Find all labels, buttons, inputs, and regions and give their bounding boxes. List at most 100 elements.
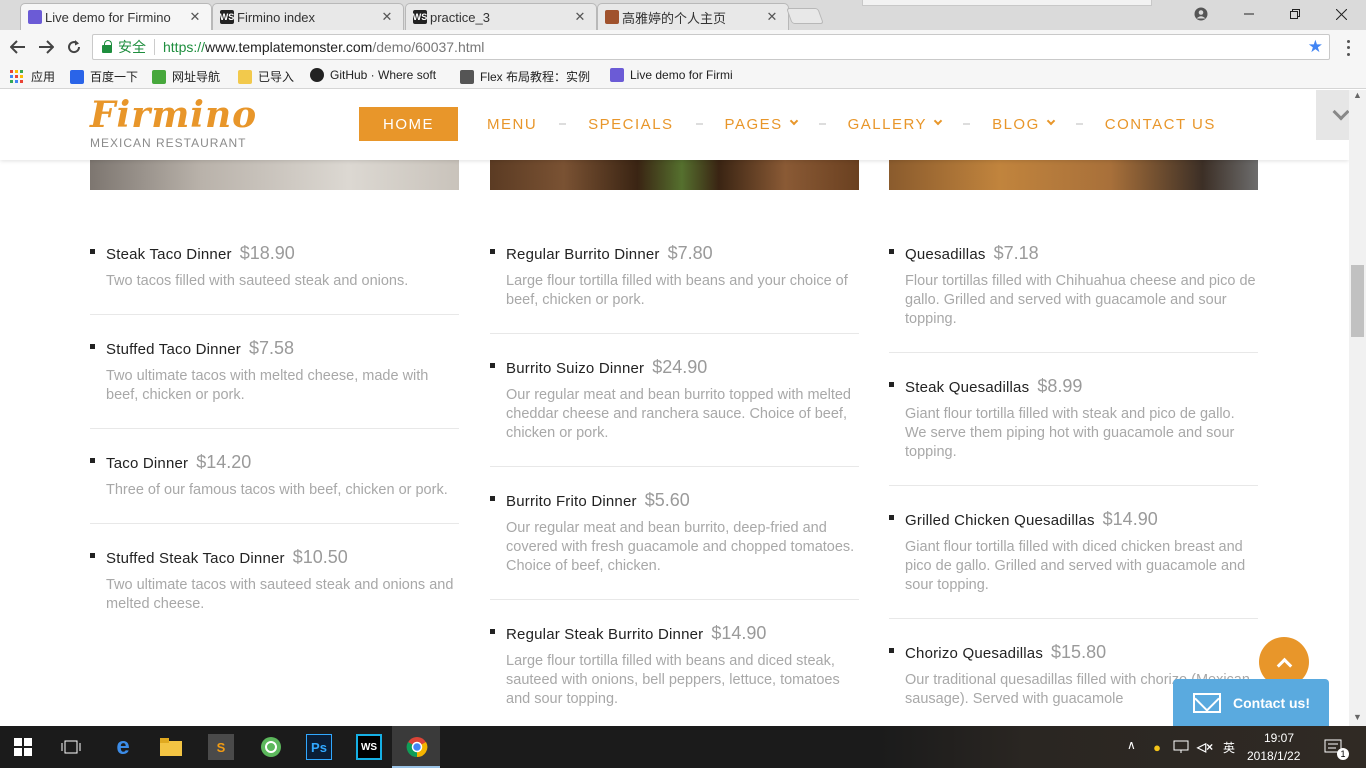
bookmark-item[interactable]: 已导入 (238, 68, 294, 85)
nav-menu[interactable]: MENU (487, 116, 537, 133)
browser-tab[interactable]: 高雅婷的个人主页 ✕ (597, 3, 789, 30)
menu-item-price: $5.60 (644, 490, 690, 510)
reload-icon[interactable] (63, 36, 85, 58)
security-label: 安全 (118, 39, 146, 55)
tray-expand-icon[interactable]: ∧ (1127, 738, 1136, 752)
windows-taskbar: e S Ps WS ∧ ● ◁× 英 19:07 2018/1/22 1 (0, 726, 1366, 768)
menu-item-price: $24.90 (652, 357, 708, 377)
clock-time[interactable]: 19:07 (1261, 731, 1297, 745)
browser-tabstrip: Live demo for Firmino ✕ WS Firmino index ✕ WS… (0, 0, 1366, 30)
browser-tab[interactable]: WS practice_3 ✕ (405, 3, 597, 30)
new-tab-button[interactable] (786, 8, 824, 24)
menu-item: Burrito Suizo Dinner $24.90 Our regular me… (490, 334, 859, 467)
nav-gallery[interactable]: GALLERY (848, 116, 943, 133)
tab-title: Live demo for Firmino (45, 9, 171, 25)
account-icon[interactable] (1178, 0, 1224, 28)
url-host: www.templatemonster.com (205, 39, 373, 55)
page-scrollbar[interactable]: ▲ ▼ (1349, 90, 1366, 726)
minimize-icon[interactable] (1226, 0, 1272, 28)
ime-indicator[interactable]: 英 (1223, 739, 1235, 756)
page-viewport: Firmino MEXICAN RESTAURANT HOME MENU SPECI… (0, 90, 1349, 726)
menu-item-header: Burrito Suizo Dinner $24.90 (490, 357, 859, 378)
apps-grid-icon (10, 70, 23, 83)
close-tab-icon[interactable]: ✕ (764, 9, 780, 25)
bookmark-item[interactable]: GitHub · Where soft (310, 68, 436, 82)
nav-home[interactable]: HOME (359, 107, 458, 141)
browser-tab[interactable]: Live demo for Firmino ✕ (20, 3, 212, 30)
menu-item-price: $7.18 (993, 243, 1039, 263)
bookmark-item[interactable]: Flex 布局教程：实例 (460, 68, 590, 85)
menu-item-price: $14.90 (711, 623, 767, 643)
bookmark-item[interactable]: 网址导航 (152, 68, 220, 85)
bookmark-label: Flex 布局教程：实例 (480, 70, 591, 84)
scroll-down-arrow-icon[interactable]: ▼ (1353, 712, 1362, 722)
nav-contact-us[interactable]: CONTACT US (1105, 116, 1216, 133)
menu-item: Steak Taco Dinner $18.90 Two tacos filled … (90, 220, 459, 315)
address-bar[interactable]: 安全 https:// www.templatemonster.com /dem… (92, 34, 1330, 60)
task-view-icon[interactable] (58, 734, 84, 760)
menu-item: Regular Steak Burrito Dinner $14.90 Large … (490, 600, 859, 726)
menu-item: Stuffed Taco Dinner $7.58 Two ultimate tac… (90, 315, 459, 429)
close-tab-icon[interactable]: ✕ (379, 9, 395, 25)
menu-item-price: $10.50 (292, 547, 348, 567)
edge-browser-icon[interactable]: e (110, 733, 136, 760)
sublime-text-icon[interactable]: S (208, 734, 234, 760)
bookmark-star-icon[interactable]: ★ (1308, 37, 1323, 57)
scrollbar-thumb[interactable] (1351, 265, 1364, 337)
site-logo[interactable]: Firmino (90, 94, 257, 136)
url-path: /demo/60037.html (372, 39, 485, 55)
bookmark-label: GitHub · Where soft (330, 68, 437, 82)
site-tagline: MEXICAN RESTAURANT (90, 136, 247, 150)
qq-tray-icon[interactable]: ● (1148, 734, 1166, 760)
bookmark-item[interactable]: 应用 (10, 68, 55, 85)
windows-start-icon[interactable] (10, 734, 36, 760)
menu-item-description: Giant flour tortilla filled with steak a… (905, 406, 1235, 460)
scroll-up-arrow-icon[interactable]: ▲ (1353, 90, 1362, 100)
close-tab-icon[interactable]: ✕ (572, 9, 588, 25)
menu-item-description: Giant flour tortilla filled with diced c… (905, 539, 1246, 593)
nav-label: PAGES (724, 115, 783, 133)
menu-item-name: Stuffed Taco Dinner (106, 341, 241, 358)
header-collapse-toggle[interactable] (1316, 90, 1349, 140)
notification-count: 1 (1337, 748, 1349, 760)
baidu-icon (70, 69, 84, 84)
menu-item: Stuffed Steak Taco Dinner $10.50 Two ultim… (90, 524, 459, 637)
nav-blog[interactable]: BLOG (992, 115, 1055, 133)
browser-tab[interactable]: WS Firmino index ✕ (212, 3, 404, 30)
menu-item-header: Chorizo Quesadillas $15.80 (889, 642, 1258, 663)
menu-item: Steak Quesadillas $8.99 Giant flour tortil… (889, 353, 1258, 486)
back-arrow-icon[interactable] (7, 36, 29, 58)
network-icon[interactable] (1172, 734, 1190, 760)
nav-pages[interactable]: PAGES (724, 115, 798, 133)
file-explorer-icon[interactable] (158, 734, 184, 760)
chevron-up-icon (1276, 657, 1292, 673)
green-app-icon[interactable] (258, 734, 284, 760)
chrome-icon[interactable] (404, 734, 430, 760)
bookmark-item[interactable]: 百度一下 (70, 68, 138, 85)
browser-toolbar: 安全 https:// www.templatemonster.com /dem… (0, 30, 1366, 64)
nav-specials[interactable]: SPECIALS (588, 116, 673, 133)
close-window-icon[interactable] (1318, 0, 1364, 28)
webstorm-icon: WS (219, 10, 235, 24)
webstorm-icon[interactable]: WS (356, 734, 382, 760)
url-scheme: https:// (163, 39, 206, 55)
chevron-down-icon (933, 116, 943, 126)
burritos-image (490, 160, 859, 190)
clock-date[interactable]: 2018/1/22 (1247, 749, 1300, 763)
browser-menu-icon[interactable] (1340, 38, 1356, 58)
contact-us-widget[interactable]: Contact us! (1173, 679, 1329, 726)
menu-item-name: Burrito Frito Dinner (506, 493, 637, 510)
bookmark-item[interactable]: Live demo for Firmi (610, 68, 733, 82)
photoshop-icon[interactable]: Ps (306, 734, 332, 760)
nav-label: MENU (487, 115, 538, 133)
forward-arrow-icon[interactable] (35, 36, 57, 58)
nav-label: BLOG (992, 115, 1040, 133)
menu-item-name: Steak Quesadillas (905, 379, 1030, 396)
menu-item-name: Steak Taco Dinner (106, 246, 232, 263)
volume-muted-icon[interactable]: ◁× (1196, 734, 1214, 760)
menu-item-header: Regular Steak Burrito Dinner $14.90 (490, 623, 859, 644)
quesadillas-image (889, 160, 1258, 190)
restore-icon[interactable] (1272, 0, 1318, 28)
webstorm-icon: WS (412, 10, 428, 24)
close-tab-icon[interactable]: ✕ (187, 9, 203, 25)
